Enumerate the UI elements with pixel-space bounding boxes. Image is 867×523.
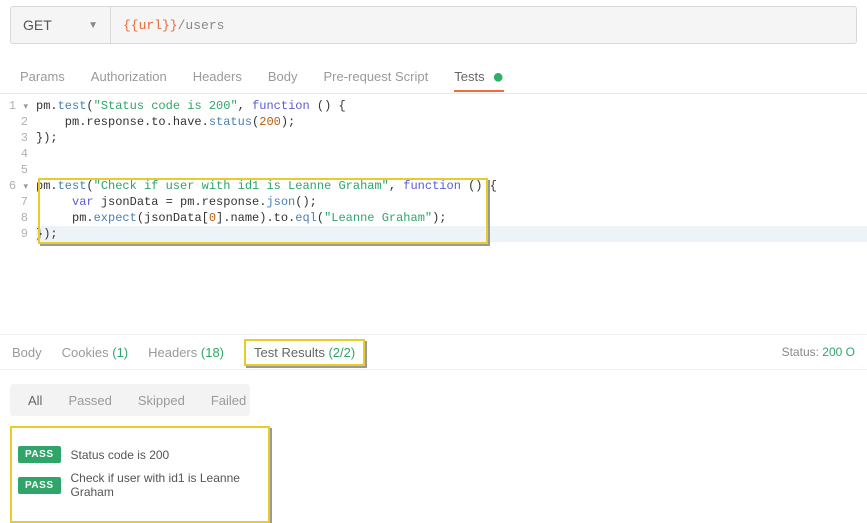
test-results-box: PASS Status code is 200 PASS Check if us… [10, 426, 270, 523]
response-tab-cookies[interactable]: Cookies (1) [62, 345, 128, 360]
filter-failed[interactable]: Failed [211, 393, 246, 408]
tab-params[interactable]: Params [20, 63, 65, 90]
code-content[interactable]: pm.test("Status code is 200", function (… [36, 98, 867, 334]
tab-headers[interactable]: Headers [193, 63, 242, 90]
method-select[interactable]: GET ▼ [11, 7, 111, 43]
url-input[interactable]: {{url}}/users [111, 7, 856, 43]
response-tab-test-results[interactable]: Test Results (2/2) [244, 339, 365, 366]
tab-body[interactable]: Body [268, 63, 298, 90]
fold-icon[interactable]: ▾ [16, 102, 28, 112]
filter-all[interactable]: All [28, 393, 42, 408]
line-gutter: 1 ▾ 2 3 4 5 6 ▾ 7 8 9 [0, 98, 36, 334]
pass-badge: PASS [18, 477, 61, 494]
url-path: /users [178, 18, 225, 33]
fold-icon[interactable]: ▾ [16, 182, 28, 192]
response-tab-body[interactable]: Body [12, 345, 42, 360]
test-result-label: Check if user with id1 is Leanne Graham [71, 471, 263, 499]
test-result-row: PASS Check if user with id1 is Leanne Gr… [18, 471, 262, 499]
request-tabs: Params Authorization Headers Body Pre-re… [0, 60, 867, 94]
test-result-label: Status code is 200 [71, 448, 170, 462]
filter-passed[interactable]: Passed [68, 393, 111, 408]
pass-badge: PASS [18, 446, 61, 463]
response-tabs: Body Cookies (1) Headers (18) Test Resul… [0, 334, 867, 370]
response-status: Status: 200 O [782, 345, 855, 359]
tab-tests[interactable]: Tests ● [454, 63, 504, 92]
tab-prerequest[interactable]: Pre-request Script [323, 63, 428, 90]
tab-tests-label: Tests [454, 69, 484, 84]
response-tab-headers[interactable]: Headers (18) [148, 345, 224, 360]
result-filter-bar: All Passed Skipped Failed [10, 384, 250, 416]
url-variable: {{url}} [123, 18, 178, 33]
request-bar: GET ▼ {{url}}/users [10, 6, 857, 44]
dot-indicator-icon: ● [487, 66, 505, 88]
code-editor[interactable]: 1 ▾ 2 3 4 5 6 ▾ 7 8 9 pm.test("Status co… [0, 94, 867, 334]
tab-authorization[interactable]: Authorization [91, 63, 167, 90]
chevron-down-icon: ▼ [88, 20, 98, 31]
test-result-row: PASS Status code is 200 [18, 446, 262, 463]
filter-skipped[interactable]: Skipped [138, 393, 185, 408]
method-label: GET [23, 17, 52, 33]
